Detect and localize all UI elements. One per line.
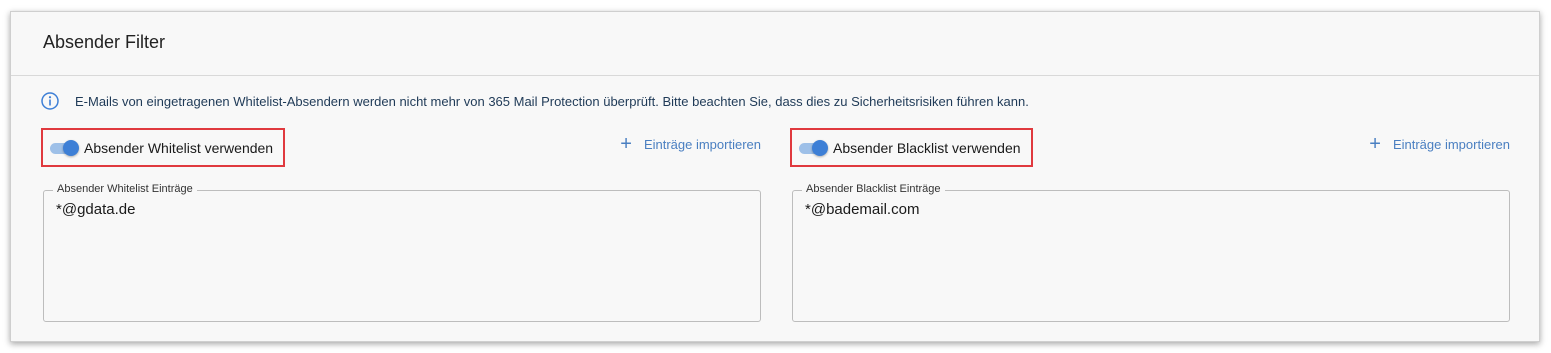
blacklist-entries-input[interactable]: *@bademail.com — [805, 201, 1501, 315]
whitelist-switch[interactable] — [50, 139, 80, 156]
blacklist-import-label: Einträge importieren — [1392, 136, 1510, 152]
blacklist-import-button[interactable]: + Einträge importieren — [1369, 133, 1510, 155]
plus-icon: + — [1369, 133, 1381, 155]
blacklist-switch[interactable] — [799, 139, 829, 156]
blacklist-entries-label: Absender Blacklist Einträge — [802, 183, 945, 195]
sender-filter-panel: Absender Filter E-Mails von eingetragene… — [10, 11, 1540, 342]
plus-icon: + — [620, 133, 632, 155]
whitelist-entries-input[interactable]: *@gdata.de — [56, 201, 752, 315]
info-text: E-Mails von eingetragenen Whitelist-Abse… — [75, 93, 1029, 109]
blacklist-toggle[interactable]: Absender Blacklist verwenden — [790, 128, 1033, 167]
whitelist-toggle-label: Absender Whitelist verwenden — [84, 139, 274, 156]
whitelist-toggle[interactable]: Absender Whitelist verwenden — [41, 128, 286, 167]
whitelist-import-label: Einträge importieren — [643, 136, 761, 152]
panel-title: Absender Filter — [43, 32, 166, 52]
info-notice: E-Mails von eingetragenen Whitelist-Abse… — [41, 92, 1029, 110]
whitelist-entries-label: Absender Whitelist Einträge — [53, 183, 197, 195]
blacklist-toggle-label: Absender Blacklist verwenden — [833, 139, 1021, 156]
info-circle-icon — [41, 92, 59, 110]
panel-header: Absender Filter — [11, 12, 1539, 76]
whitelist-import-button[interactable]: + Einträge importieren — [620, 133, 761, 155]
blacklist-entries-field: Absender Blacklist Einträge *@bademail.c… — [792, 183, 1510, 322]
whitelist-entries-field: Absender Whitelist Einträge *@gdata.de — [43, 183, 761, 322]
